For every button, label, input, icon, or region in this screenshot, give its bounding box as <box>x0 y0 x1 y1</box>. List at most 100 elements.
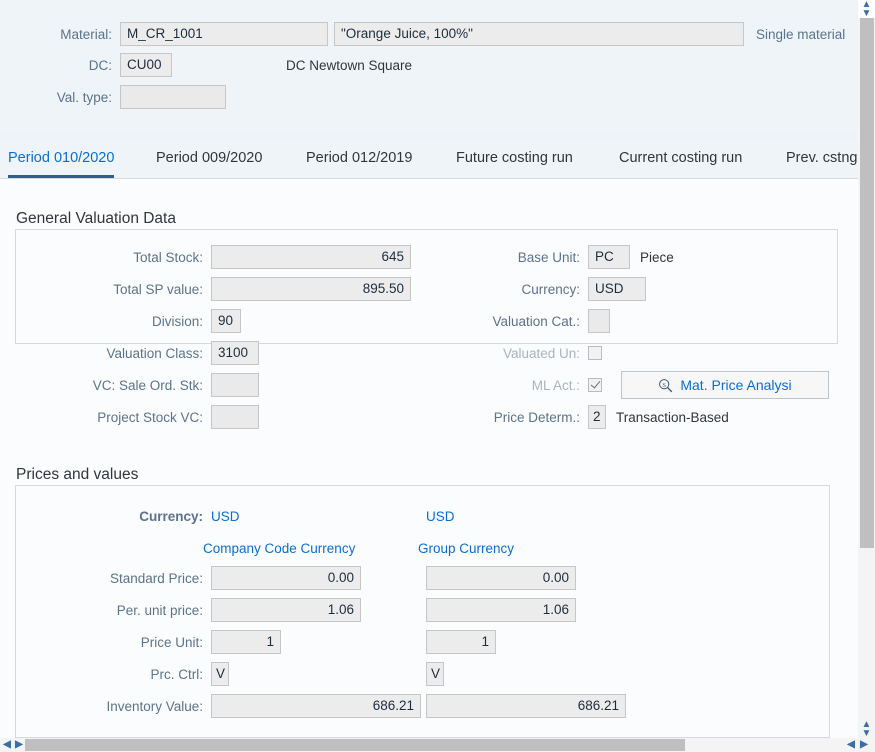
valuated-un-label: Valuated Un: <box>502 345 580 361</box>
vertical-scrollbar-thumb[interactable] <box>860 18 874 548</box>
division-input[interactable]: 90 <box>211 309 241 333</box>
base-unit-input[interactable]: PC <box>588 245 630 269</box>
application-window: Material: M_CR_1001 "Orange Juice, 100%"… <box>0 0 875 752</box>
material-note: Single material <box>756 26 846 42</box>
chevron-left-icon-2: ◀ <box>847 739 855 750</box>
standard-price-label: Standard Price: <box>109 570 203 586</box>
inventory-value-col1-input[interactable]: 686.21 <box>211 694 421 718</box>
scroll-right-button-right[interactable]: ▶ <box>858 738 870 752</box>
chevron-right-icon-2: ▶ <box>860 739 868 750</box>
material-header: Material: M_CR_1001 "Orange Juice, 100%"… <box>0 0 858 134</box>
per-unit-price-col2-input[interactable]: 1.06 <box>426 598 576 622</box>
price-unit-row: Price Unit: 1 1 <box>15 630 496 654</box>
project-stock-vc-label: Project Stock VC: <box>97 409 203 425</box>
price-determ-description: Transaction-Based <box>616 409 729 425</box>
pv-currency-caption-row: Company Code Currency Group Currency <box>15 536 514 560</box>
total-stock-input[interactable]: 645 <box>211 245 411 269</box>
standard-price-col1-input[interactable]: 0.00 <box>211 566 361 590</box>
valuation-cat-input[interactable] <box>588 309 610 333</box>
vc-sale-ord-stk-label: VC: Sale Ord. Stk: <box>92 377 203 393</box>
per-unit-price-label: Per. unit price: <box>116 602 203 618</box>
chevron-down-icon: ▼ <box>861 7 872 19</box>
total-sp-value-row: Total SP value: 895.50 <box>15 277 411 301</box>
prc-ctrl-label: Prc. Ctrl: <box>150 666 204 682</box>
material-description-input[interactable]: "Orange Juice, 100%" <box>334 22 744 46</box>
prc-ctrl-row: Prc. Ctrl: V V <box>15 662 444 686</box>
per-unit-price-col1-input[interactable]: 1.06 <box>211 598 361 622</box>
mat-price-analysis-button[interactable]: S Mat. Price Analysi <box>621 371 829 399</box>
prices-values-section-title: Prices and values <box>16 466 139 483</box>
horizontal-scrollbar-thumb[interactable] <box>25 739 685 751</box>
dc-input[interactable]: CU00 <box>120 53 172 77</box>
valuation-class-row: Valuation Class: 3100 <box>15 341 259 365</box>
inventory-value-row: Inventory Value: 686.21 686.21 <box>15 694 626 718</box>
pv-col2-caption[interactable]: Group Currency <box>418 541 514 556</box>
pv-col1-currency[interactable]: USD <box>211 509 426 524</box>
ml-act-label: ML Act.: <box>531 377 580 393</box>
scroll-right-button[interactable]: ▶ <box>13 738 25 752</box>
dc-row: DC: CU00 DC Newtown Square <box>0 53 412 77</box>
tab-prev-costing-run[interactable]: Prev. cstng <box>786 142 857 178</box>
pv-col2-currency[interactable]: USD <box>426 509 455 524</box>
vc-sale-ord-stk-input[interactable] <box>211 373 259 397</box>
valuation-cat-label: Valuation Cat.: <box>492 313 580 329</box>
currency-row: Currency: USD <box>420 277 646 301</box>
price-determ-label: Price Determ.: <box>493 409 580 425</box>
svg-text:S: S <box>663 381 667 388</box>
total-stock-row: Total Stock: 645 <box>15 245 411 269</box>
tab-period-012-2019[interactable]: Period 012/2019 <box>306 142 412 178</box>
currency-input[interactable]: USD <box>588 277 646 301</box>
val-type-row: Val. type: <box>0 85 226 109</box>
pv-col1-caption[interactable]: Company Code Currency <box>203 541 418 556</box>
valuation-cat-row: Valuation Cat.: <box>420 309 610 333</box>
division-row: Division: 90 <box>15 309 241 333</box>
tab-future-costing-run[interactable]: Future costing run <box>456 142 573 178</box>
magnifier-currency-icon: S <box>658 378 673 393</box>
general-valuation-section-title: General Valuation Data <box>16 210 176 227</box>
scroll-left-button-right[interactable]: ◀ <box>845 738 857 752</box>
base-unit-row: Base Unit: PC Piece <box>420 245 674 269</box>
material-row: Material: M_CR_1001 "Orange Juice, 100%"… <box>0 22 845 46</box>
tab-period-009-2020[interactable]: Period 009/2020 <box>156 142 262 178</box>
price-unit-col2-input[interactable]: 1 <box>426 630 496 654</box>
valuated-un-row: Valuated Un: <box>420 341 602 365</box>
standard-price-col2-input[interactable]: 0.00 <box>426 566 576 590</box>
val-type-label: Val. type: <box>56 89 112 105</box>
price-determ-input[interactable]: 2 <box>588 405 606 429</box>
material-input[interactable]: M_CR_1001 <box>120 22 328 46</box>
ml-act-checkbox[interactable] <box>588 378 602 392</box>
vertical-scrollbar[interactable]: ▲ ▼ ▲ ▼ <box>858 0 875 738</box>
price-unit-col1-input[interactable]: 1 <box>211 630 281 654</box>
total-sp-value-input[interactable]: 895.50 <box>211 277 411 301</box>
chevron-left-icon: ◀ <box>3 739 11 750</box>
total-sp-value-label: Total SP value: <box>113 281 203 297</box>
base-unit-label: Base Unit: <box>517 249 580 265</box>
tab-period-010-2020[interactable]: Period 010/2020 <box>8 142 115 178</box>
division-label: Division: <box>151 313 203 329</box>
material-label: Material: <box>60 26 112 42</box>
price-unit-label: Price Unit: <box>140 634 203 650</box>
ml-act-row: ML Act.: S Mat. Price Analysi <box>420 369 829 401</box>
valuation-class-input[interactable]: 3100 <box>211 341 259 365</box>
mat-price-analysis-button-label: Mat. Price Analysi <box>680 377 792 393</box>
horizontal-scrollbar[interactable]: ◀ ▶ ◀ ▶ <box>0 738 875 752</box>
scroll-left-button[interactable]: ◀ <box>1 738 13 752</box>
project-stock-vc-input[interactable] <box>211 405 259 429</box>
prc-ctrl-col1-input[interactable]: V <box>211 662 229 686</box>
tab-content-period-010-2020: General Valuation Data Total Stock: 645 … <box>0 179 858 738</box>
val-type-input[interactable] <box>120 85 226 109</box>
scroll-down-button-bottom[interactable]: ▼ <box>858 727 875 739</box>
inventory-value-col2-input[interactable]: 686.21 <box>426 694 626 718</box>
scroll-down-button[interactable]: ▼ <box>858 7 875 19</box>
chevron-down-icon-2: ▼ <box>861 727 872 739</box>
dc-description: DC Newtown Square <box>286 57 413 73</box>
pv-currency-row: Currency: USD USD <box>15 504 455 528</box>
prc-ctrl-col2-input[interactable]: V <box>426 662 444 686</box>
total-stock-label: Total Stock: <box>133 249 203 265</box>
currency-label: Currency: <box>521 281 580 297</box>
chevron-right-icon: ▶ <box>15 739 23 750</box>
valuated-un-checkbox[interactable] <box>588 346 602 360</box>
tab-current-costing-run[interactable]: Current costing run <box>619 142 742 178</box>
valuation-class-label: Valuation Class: <box>106 345 203 361</box>
pv-currency-label: Currency: <box>139 508 203 524</box>
